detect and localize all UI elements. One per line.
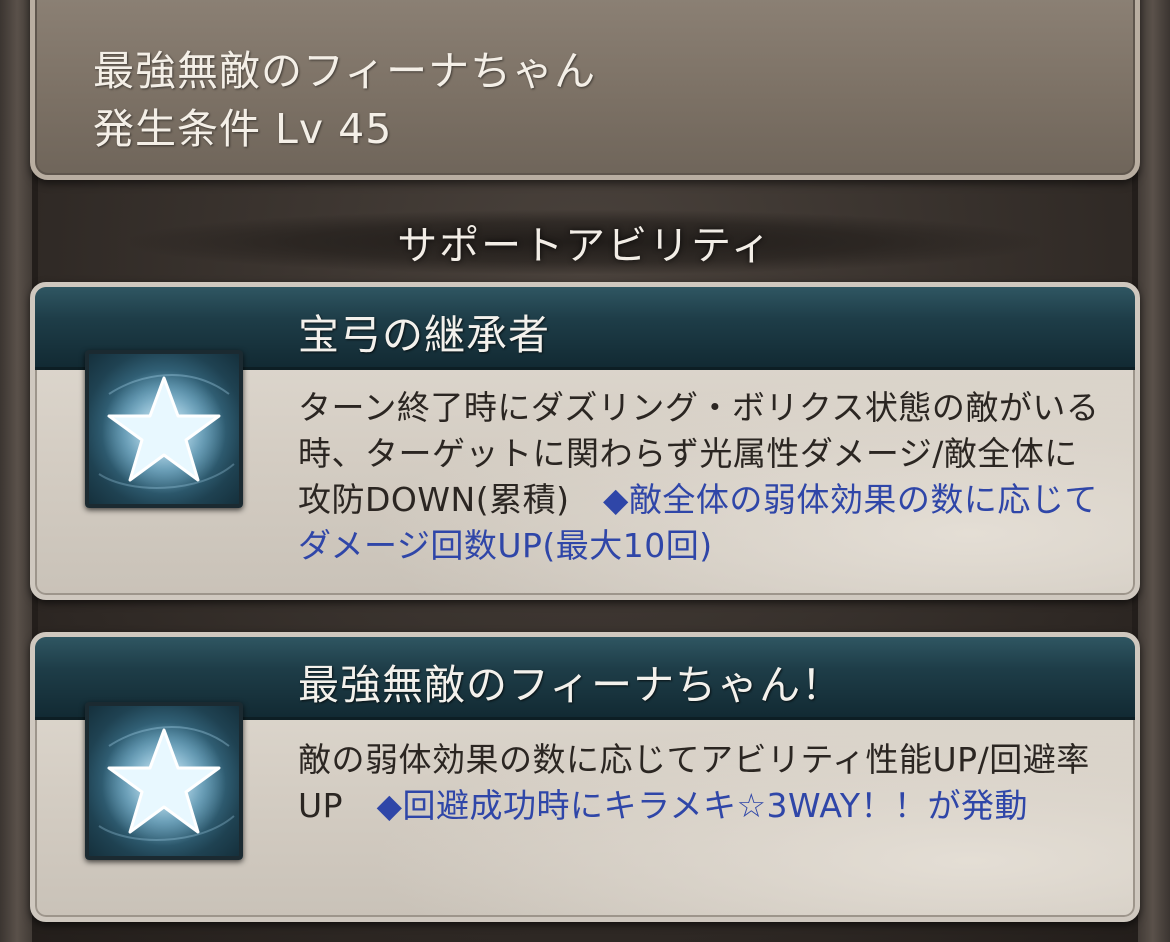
ability-name: 宝弓の継承者	[298, 311, 550, 359]
section-heading: サポートアビリティ	[397, 223, 773, 269]
ability-card: 最強無敵のフィーナちゃん！ 敵の弱体効果の数に応じてアビリティ性能UP/回避率U…	[30, 632, 1140, 922]
ability-description: 敵の弱体効果の数に応じてアビリティ性能UP/回避率UP ◆回避成功時にキラメキ☆…	[298, 737, 1105, 829]
ability-description: ターン終了時にダズリング・ボリクス状態の敵がいる時、ターゲットに関わらず光属性ダ…	[298, 385, 1105, 569]
unlock-condition: 発生条件 Lv 45	[93, 105, 393, 153]
header-panel: 最強無敵のフィーナちゃん 発生条件 Lv 45	[30, 0, 1140, 180]
ability-highlight-text: ◆回避成功時にキラメキ☆3WAY！！が発動	[376, 786, 1029, 825]
character-title: 最強無敵のフィーナちゃん	[93, 47, 597, 95]
ability-card: 宝弓の継承者 ターン終了時にダズリング・ボリクス状態の敵がいる時、ターゲットに関…	[30, 282, 1140, 600]
ability-name: 最強無敵のフィーナちゃん！	[298, 661, 844, 709]
star-icon	[85, 702, 243, 860]
star-icon	[85, 350, 243, 508]
section-heading-banner: サポートアビリティ	[130, 210, 1040, 274]
